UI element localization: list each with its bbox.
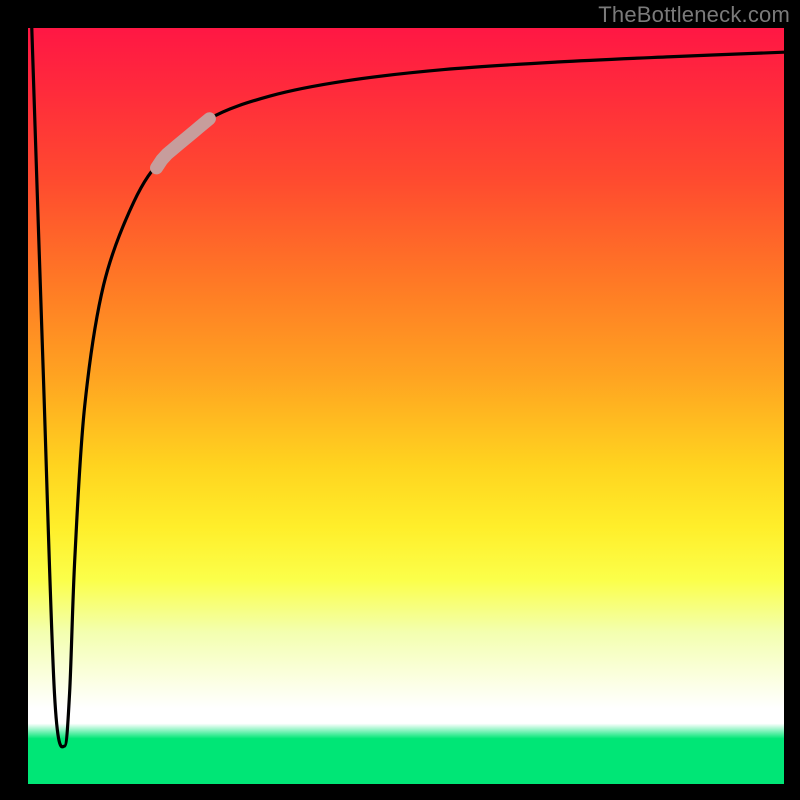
plot-area	[28, 28, 784, 784]
curve-svg	[28, 28, 784, 784]
watermark-text: TheBottleneck.com	[598, 2, 790, 28]
bottleneck-curve	[32, 28, 784, 747]
chart-frame: TheBottleneck.com	[0, 0, 800, 800]
highlight-segment	[157, 119, 210, 168]
